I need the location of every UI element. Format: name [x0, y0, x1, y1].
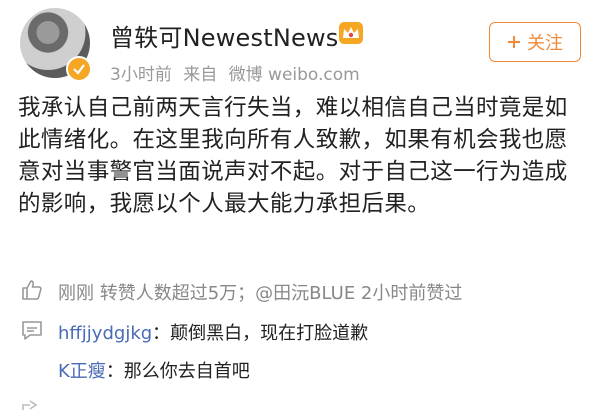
plus-icon: [508, 36, 520, 48]
verified-badge-icon: [66, 56, 92, 82]
follow-button[interactable]: 关注: [489, 22, 581, 62]
comment-text: ：那么你去自首吧: [105, 361, 250, 382]
comment-text: ：颠倒黑白，现在打脸道歉: [152, 323, 369, 344]
repost-like-summary: 刚刚 转赞人数超过5万；@田沅BLUE 2小时前赞过: [58, 283, 463, 304]
post-source[interactable]: 微博 weibo.com: [229, 65, 360, 85]
share-icon[interactable]: [20, 397, 44, 410]
like-icon[interactable]: [20, 278, 44, 302]
post-time: 3小时前: [110, 65, 172, 85]
comment-item: K正瘦：那么你去自首吧: [20, 355, 590, 385]
comment-user[interactable]: hffjjydgjkg: [58, 323, 152, 344]
follow-label: 关注: [527, 33, 563, 54]
vip-crown-icon: [339, 22, 363, 44]
engagement-row: 刚刚 转赞人数超过5万；@田沅BLUE 2小时前赞过: [20, 276, 590, 306]
comment-user[interactable]: K正瘦: [58, 361, 106, 382]
comment-icon: [22, 321, 42, 340]
comment-item: hffjjydgjkg：颠倒黑白，现在打脸道歉: [20, 317, 590, 347]
post-text: 我承认自己前两天言行失当，难以相信自己当时竟是如此情绪化。在这里我向所有人致歉，…: [18, 95, 568, 217]
source-prefix: 来自: [183, 65, 218, 85]
post-meta: 3小时前 来自 微博 weibo.com: [110, 60, 366, 85]
post-header: 曾轶可NewestNews 3小时前 来自 微博 weibo.com 关注: [0, 0, 600, 90]
username[interactable]: 曾轶可NewestNews: [110, 18, 338, 53]
